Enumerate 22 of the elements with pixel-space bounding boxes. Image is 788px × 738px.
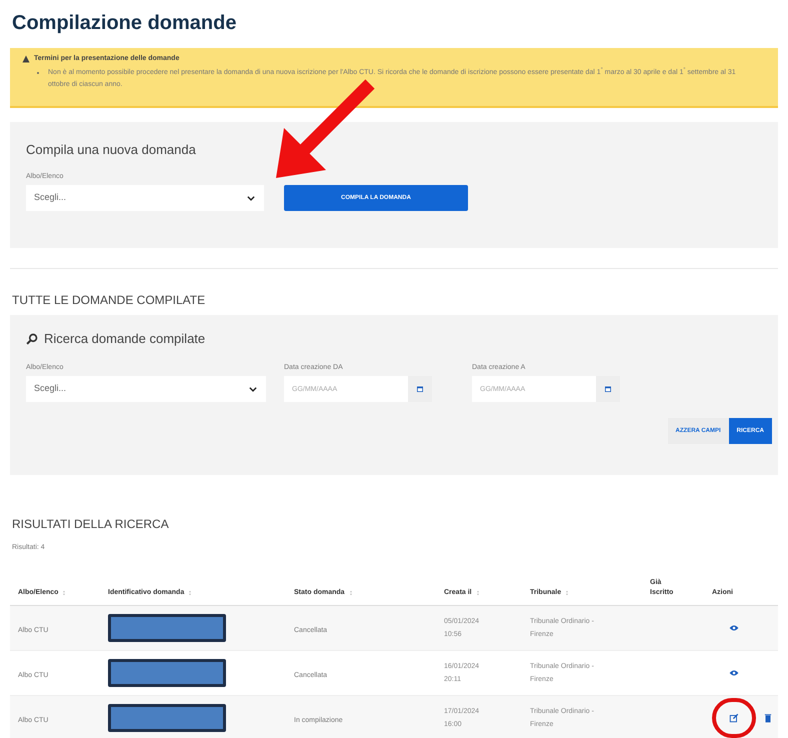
select-value: Scegli... — [34, 382, 66, 396]
section-title: RISULTATI DELLA RICERCA — [11, 516, 170, 533]
edit-icon — [729, 712, 739, 722]
eye-icon — [729, 668, 739, 678]
calendar-icon — [604, 385, 612, 393]
edit-button[interactable] — [712, 698, 756, 738]
calendar-button[interactable] — [596, 376, 620, 402]
delete-button[interactable] — [762, 712, 774, 724]
select-value: Scegli... — [34, 191, 66, 204]
select-field[interactable]: Scegli... — [26, 376, 266, 402]
panel-title: Compila una nuova domanda — [26, 141, 197, 159]
panel-title: Ricerca domande compilate — [44, 330, 206, 348]
bullet-icon — [36, 70, 40, 74]
search-icon — [26, 332, 38, 345]
calendar-button[interactable] — [408, 376, 432, 402]
warning-icon — [22, 55, 30, 64]
eye-icon — [729, 622, 739, 632]
calendar-icon — [416, 385, 424, 393]
select-field[interactable]: Scegli... — [26, 185, 264, 211]
section-title: TUTTE LE DOMANDE COMPILATE — [11, 292, 206, 309]
trash-icon — [763, 712, 773, 722]
page-title: Compilazione domande — [11, 11, 238, 36]
